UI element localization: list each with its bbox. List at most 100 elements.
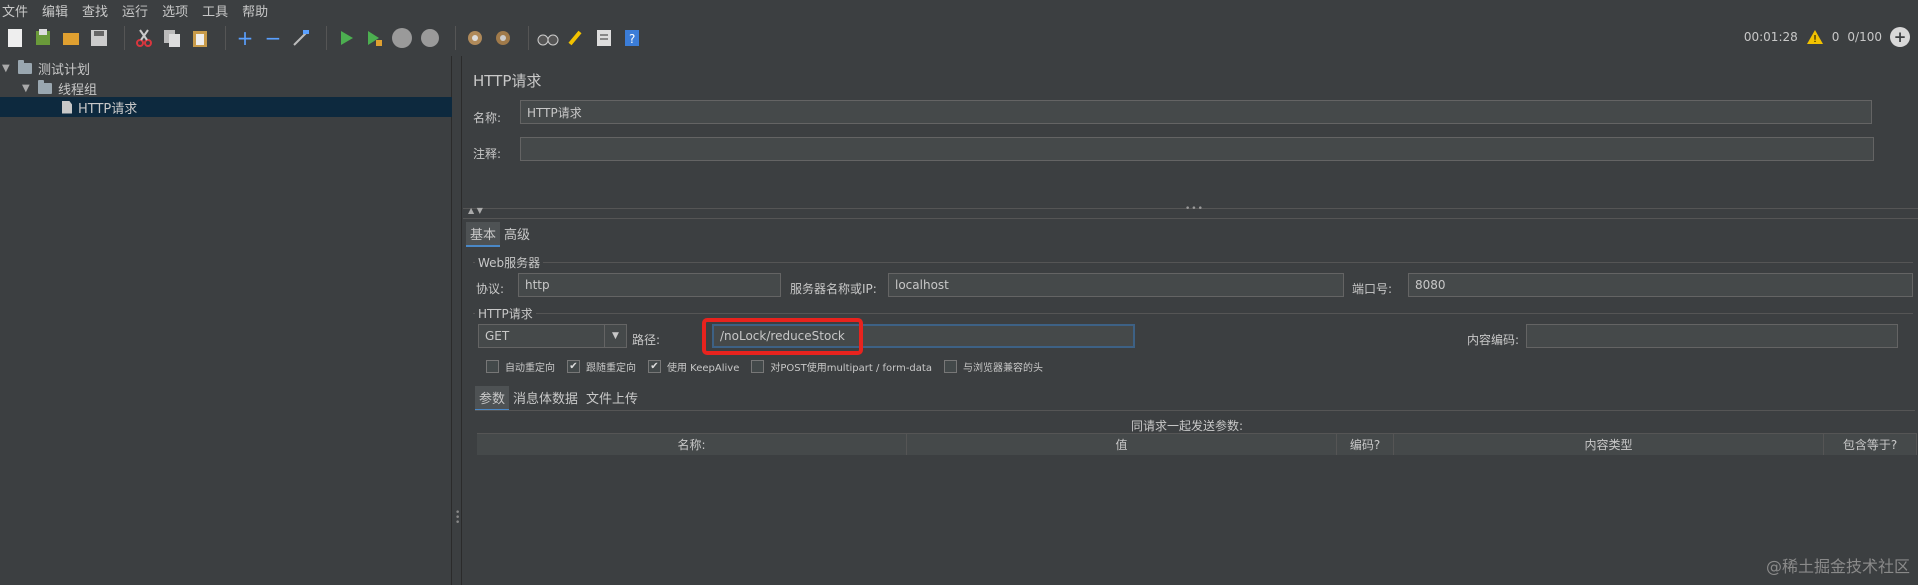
drag-handle-icon[interactable]: • • • bbox=[455, 509, 460, 528]
check-icon[interactable]: ✔ bbox=[648, 360, 661, 373]
checkbox-label: 使用 KeepAlive bbox=[667, 363, 740, 374]
web-server-group-title: Web服务器 bbox=[475, 254, 544, 271]
comment-field[interactable] bbox=[520, 137, 1874, 161]
pane-splitter[interactable]: • • • bbox=[452, 56, 462, 585]
method-value: GET bbox=[485, 329, 510, 343]
reset-search-icon[interactable] bbox=[565, 27, 587, 49]
checkbox-keepalive[interactable]: ✔ 使用 KeepAlive bbox=[648, 359, 739, 374]
shutdown-icon[interactable] bbox=[419, 27, 441, 49]
port-label: 端口号: bbox=[1352, 282, 1393, 296]
chevron-down-icon[interactable]: ▼ bbox=[22, 83, 34, 94]
checkbox-label: 跟随重定向 bbox=[586, 363, 636, 374]
menu-help[interactable]: 帮助 bbox=[242, 1, 268, 20]
new-icon[interactable] bbox=[4, 27, 26, 49]
save-icon[interactable] bbox=[88, 27, 110, 49]
parameter-tabs: 参数 消息体数据 文件上传 bbox=[475, 386, 642, 411]
checkbox-browser-headers[interactable]: 与浏览器兼容的头 bbox=[943, 359, 1043, 374]
collapse-arrows-icon[interactable]: ▲ ▼ bbox=[468, 206, 483, 215]
chevron-down-icon[interactable]: ▼ bbox=[604, 325, 626, 347]
menu-bar: 文件 编辑 查找 运行 选项 工具 帮助 bbox=[0, 0, 1918, 20]
menu-run[interactable]: 运行 bbox=[122, 1, 148, 20]
paste-icon[interactable] bbox=[189, 27, 211, 49]
method-select[interactable]: GET ▼ bbox=[478, 324, 627, 348]
chevron-down-icon[interactable]: ▼ bbox=[2, 63, 14, 74]
toolbar: + − ? bbox=[0, 20, 1918, 56]
server-label: 服务器名称或IP: bbox=[790, 282, 877, 296]
name-label: 名称: bbox=[473, 111, 502, 125]
checkbox-multipart[interactable]: 对POST使用multipart / form-data bbox=[751, 359, 932, 374]
clear-all-icon[interactable] bbox=[492, 27, 514, 49]
column-value[interactable]: 值 bbox=[907, 434, 1337, 455]
toggle-icon[interactable] bbox=[290, 27, 312, 49]
start-icon[interactable] bbox=[335, 27, 357, 49]
http-request-panel: HTTP请求 名称: HTTP请求 注释: ▲ ▼ ••• 基本 高级 Web服… bbox=[463, 56, 1918, 585]
checkbox-follow-redirect[interactable]: ✔ 跟随重定向 bbox=[567, 359, 636, 374]
params-caption: 同请求一起发送参数: bbox=[1131, 419, 1244, 433]
checkbox-box[interactable] bbox=[486, 360, 499, 373]
server-field[interactable]: localhost bbox=[888, 273, 1344, 297]
warning-count: 0 bbox=[1831, 30, 1840, 44]
tab-advanced[interactable]: 高级 bbox=[500, 222, 534, 247]
splitter-dots-icon[interactable]: ••• bbox=[1185, 204, 1204, 214]
menu-edit[interactable]: 编辑 bbox=[42, 1, 68, 20]
tab-parameters[interactable]: 参数 bbox=[475, 386, 510, 411]
tree-item-label: HTTP请求 bbox=[78, 101, 138, 117]
divider bbox=[463, 218, 1918, 219]
toolbar-separator bbox=[124, 26, 125, 50]
encoding-field[interactable] bbox=[1526, 324, 1898, 348]
panel-title: HTTP请求 bbox=[473, 72, 542, 90]
menu-tools[interactable]: 工具 bbox=[202, 1, 228, 20]
highlight-box bbox=[702, 318, 863, 355]
checkbox-box[interactable] bbox=[943, 360, 957, 373]
templates-icon[interactable] bbox=[32, 27, 54, 49]
collapse-icon[interactable]: − bbox=[262, 26, 284, 50]
port-field[interactable]: 8080 bbox=[1408, 273, 1913, 297]
tree-item-test-plan[interactable]: ▼ 测试计划 bbox=[2, 58, 450, 78]
status-area: 00:01:28 ! 0 0/100 + bbox=[1736, 27, 1910, 47]
column-include-equals[interactable]: 包含等于? bbox=[1824, 434, 1917, 455]
help-icon[interactable]: ? bbox=[621, 27, 643, 49]
function-helper-icon[interactable] bbox=[593, 27, 615, 49]
encoding-label: 内容编码: bbox=[1467, 333, 1520, 347]
warning-icon[interactable]: ! bbox=[1806, 29, 1824, 45]
menu-options[interactable]: 选项 bbox=[162, 1, 188, 20]
add-remote-icon[interactable]: + bbox=[1890, 27, 1910, 47]
http-request-group-title: HTTP请求 bbox=[475, 305, 536, 322]
start-no-pause-icon[interactable] bbox=[363, 27, 385, 49]
toolbar-separator bbox=[326, 26, 327, 50]
menu-search[interactable]: 查找 bbox=[82, 1, 108, 20]
copy-icon[interactable] bbox=[161, 27, 183, 49]
column-content-type[interactable]: 内容类型 bbox=[1394, 434, 1824, 455]
protocol-field[interactable]: http bbox=[518, 273, 781, 297]
toolbar-separator bbox=[528, 26, 529, 50]
check-icon[interactable]: ✔ bbox=[567, 360, 580, 373]
menu-file[interactable]: 文件 bbox=[2, 1, 28, 20]
watermark: @稀土掘金技术社区 bbox=[1765, 557, 1910, 576]
checkbox-box[interactable] bbox=[751, 360, 765, 373]
tab-file-upload[interactable]: 文件上传 bbox=[582, 386, 642, 411]
tree-item-thread-group[interactable]: ▼ 线程组 bbox=[22, 78, 450, 98]
group-border bbox=[473, 313, 1913, 314]
test-plan-tree: ▼ 测试计划 ▼ 线程组 HTTP请求 bbox=[0, 56, 452, 585]
stop-icon[interactable] bbox=[391, 27, 413, 49]
tab-body-data[interactable]: 消息体数据 bbox=[509, 386, 582, 411]
search-icon[interactable] bbox=[537, 27, 559, 49]
settings-tabs: 基本 高级 bbox=[466, 222, 534, 247]
svg-text:?: ? bbox=[629, 32, 635, 46]
tab-basic[interactable]: 基本 bbox=[466, 222, 501, 247]
tree-item-label: 线程组 bbox=[58, 82, 98, 98]
checkbox-auto-redirect[interactable]: 自动重定向 bbox=[486, 359, 555, 374]
open-icon[interactable] bbox=[60, 27, 82, 49]
cut-icon[interactable] bbox=[133, 27, 155, 49]
name-field[interactable]: HTTP请求 bbox=[520, 100, 1872, 124]
params-table-header: 名称: 值 编码? 内容类型 包含等于? bbox=[477, 433, 1917, 455]
tree-item-http-request[interactable]: HTTP请求 bbox=[0, 97, 452, 117]
expand-icon[interactable]: + bbox=[234, 26, 256, 50]
elapsed-timer: 00:01:28 bbox=[1743, 30, 1798, 44]
clear-icon[interactable] bbox=[464, 27, 486, 49]
request-options: 自动重定向 ✔ 跟随重定向 ✔ 使用 KeepAlive 对POST使用multip… bbox=[486, 359, 1055, 374]
tree-item-label: 测试计划 bbox=[38, 62, 91, 78]
column-name[interactable]: 名称: bbox=[477, 434, 907, 455]
svg-text:!: ! bbox=[1813, 34, 1817, 45]
column-encode[interactable]: 编码? bbox=[1337, 434, 1394, 455]
